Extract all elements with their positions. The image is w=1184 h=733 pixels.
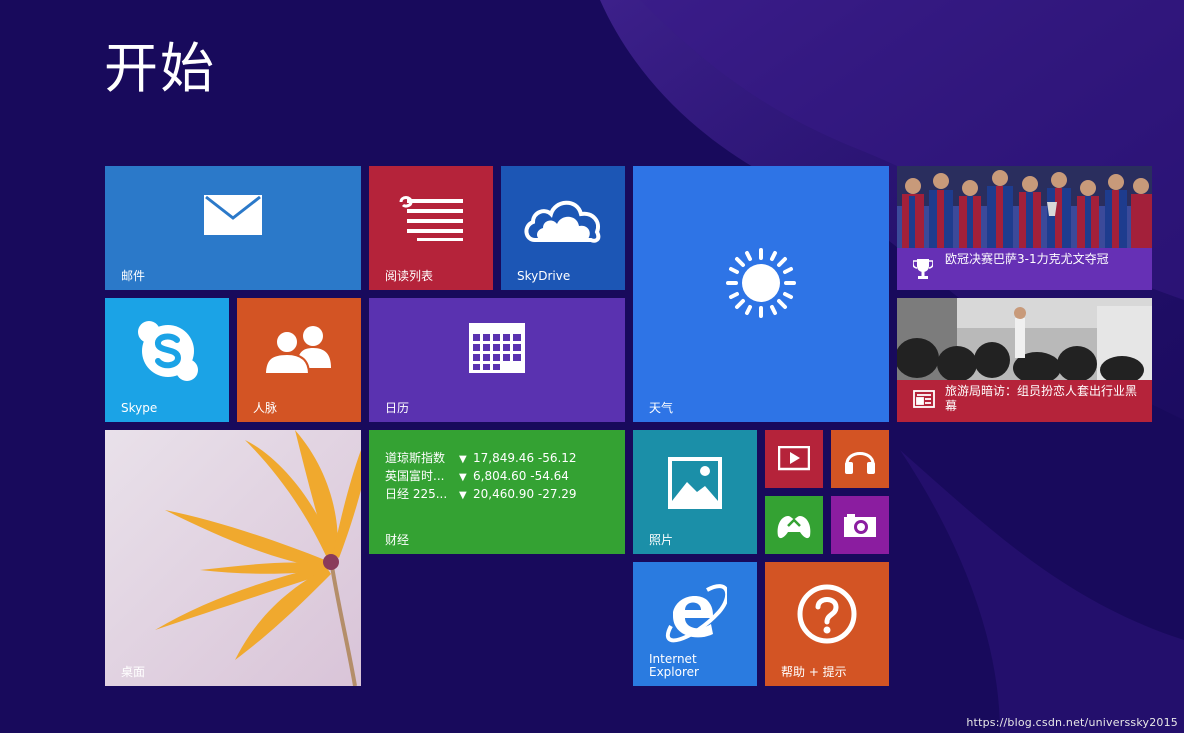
people-icon [265, 324, 333, 374]
index-name: 英国富时... [385, 469, 445, 483]
help-tips-label: 帮助 + 提示 [781, 665, 847, 679]
mail-label: 邮件 [121, 269, 146, 283]
question-icon [797, 584, 857, 644]
gamepad-icon [776, 512, 812, 540]
help-tips-tile[interactable]: 帮助 + 提示 [765, 562, 889, 686]
music-tile[interactable] [831, 430, 889, 488]
photo-icon [667, 456, 723, 510]
camera-icon [843, 512, 877, 538]
envelope-icon [203, 194, 263, 236]
news-tile-travel[interactable]: 旅游局暗访：组员扮恋人套出行业黑幕 [897, 298, 1152, 422]
games-tile[interactable] [765, 496, 823, 554]
finance-row: 日经 225... ▼ 20,460.90 -27.29 [385, 486, 577, 504]
desktop-tile[interactable]: 桌面 [105, 430, 361, 686]
desktop-label: 桌面 [121, 665, 146, 679]
index-name: 道琼斯指数 [385, 451, 446, 465]
internet-explorer-tile[interactable]: Internet Explorer [633, 562, 757, 686]
down-arrow-icon: ▼ [459, 472, 467, 483]
skydrive-tile[interactable]: SkyDrive [501, 166, 625, 290]
flower-wallpaper [105, 430, 361, 686]
cloud-icon [521, 194, 605, 246]
skype-label: Skype [121, 401, 158, 415]
calendar-label: 日历 [385, 401, 410, 415]
finance-index-list: 道琼斯指数 ▼ 17,849.46 -56.12 英国富时... ▼ 6,804.60 … [385, 450, 577, 504]
ie-label: Internet Explorer [649, 653, 699, 679]
start-title: 开始 [104, 37, 216, 100]
index-value: 6,804.60 -54.64 [473, 469, 569, 483]
reading-list-label: 阅读列表 [385, 269, 434, 283]
index-value: 17,849.46 -56.12 [473, 451, 577, 465]
index-name: 日经 225... [385, 487, 448, 501]
finance-label: 财经 [385, 533, 410, 547]
sun-icon [726, 248, 796, 318]
finance-row: 道琼斯指数 ▼ 17,849.46 -56.12 [385, 450, 577, 468]
people-label: 人脉 [253, 401, 278, 415]
skydrive-label: SkyDrive [517, 269, 571, 283]
news-bar-travel: 旅游局暗访：组员扮恋人套出行业黑幕 [897, 380, 1152, 422]
weather-label: 天气 [649, 401, 674, 415]
trophy-icon [912, 258, 934, 284]
headphones-icon [843, 442, 877, 476]
mail-tile[interactable]: 邮件 [105, 166, 361, 290]
video-tile[interactable] [765, 430, 823, 488]
index-value: 20,460.90 -27.29 [473, 487, 577, 501]
ie-label-line2: Explorer [649, 665, 699, 679]
finance-row: 英国富时... ▼ 6,804.60 -54.64 [385, 468, 577, 486]
news-bar-sports: 欧冠决赛巴萨3-1力克尤文夺冠 [897, 248, 1152, 290]
reading-list-icon [397, 194, 465, 242]
news-tile-sports[interactable]: 欧冠决赛巴萨3-1力克尤文夺冠 [897, 166, 1152, 290]
ie-icon [663, 582, 727, 646]
news-headline-travel: 旅游局暗访：组员扮恋人套出行业黑幕 [945, 384, 1138, 413]
photos-tile[interactable]: 照片 [633, 430, 757, 554]
news-icon [913, 390, 935, 412]
video-icon [778, 446, 810, 472]
finance-tile[interactable]: 道琼斯指数 ▼ 17,849.46 -56.12 英国富时... ▼ 6,804.60 … [369, 430, 625, 554]
news-photo-bus [897, 298, 1152, 380]
watermark-url: https://blog.csdn.net/universsky2015 [966, 716, 1178, 729]
people-tile[interactable]: 人脉 [237, 298, 361, 422]
skype-icon [137, 320, 199, 382]
reading-list-tile[interactable]: 阅读列表 [369, 166, 493, 290]
down-arrow-icon: ▼ [459, 490, 467, 501]
news-headline-sports: 欧冠决赛巴萨3-1力克尤文夺冠 [945, 252, 1109, 266]
camera-tile[interactable] [831, 496, 889, 554]
calendar-tile[interactable]: 日历 [369, 298, 625, 422]
skype-tile[interactable]: Skype [105, 298, 229, 422]
weather-tile[interactable]: 天气 [633, 166, 889, 422]
calendar-icon [468, 322, 526, 374]
down-arrow-icon: ▼ [459, 454, 467, 465]
news-photo-football [897, 166, 1152, 248]
photos-label: 照片 [649, 533, 674, 547]
